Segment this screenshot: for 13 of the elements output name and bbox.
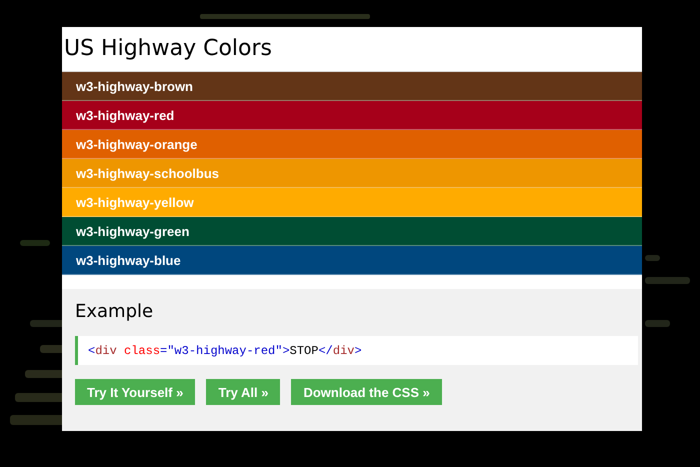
page-title: US Highway Colors: [63, 35, 274, 63]
color-row: w3-highway-blue: [62, 246, 642, 275]
color-row: w3-highway-green: [62, 217, 642, 246]
action-button[interactable]: Download the CSS »: [291, 379, 442, 405]
color-row: w3-highway-brown: [62, 72, 642, 101]
section-heading: Example: [75, 301, 154, 322]
color-row: w3-highway-red: [62, 101, 642, 130]
code-example: <div class="w3-highway-red">STOP</div>: [75, 336, 638, 365]
color-row: w3-highway-yellow: [62, 188, 642, 217]
color-row: w3-highway-schoolbus: [62, 159, 642, 188]
action-button[interactable]: Try All »: [206, 379, 280, 405]
action-button[interactable]: Try It Yourself »: [75, 379, 196, 405]
color-row: w3-highway-orange: [62, 130, 642, 159]
